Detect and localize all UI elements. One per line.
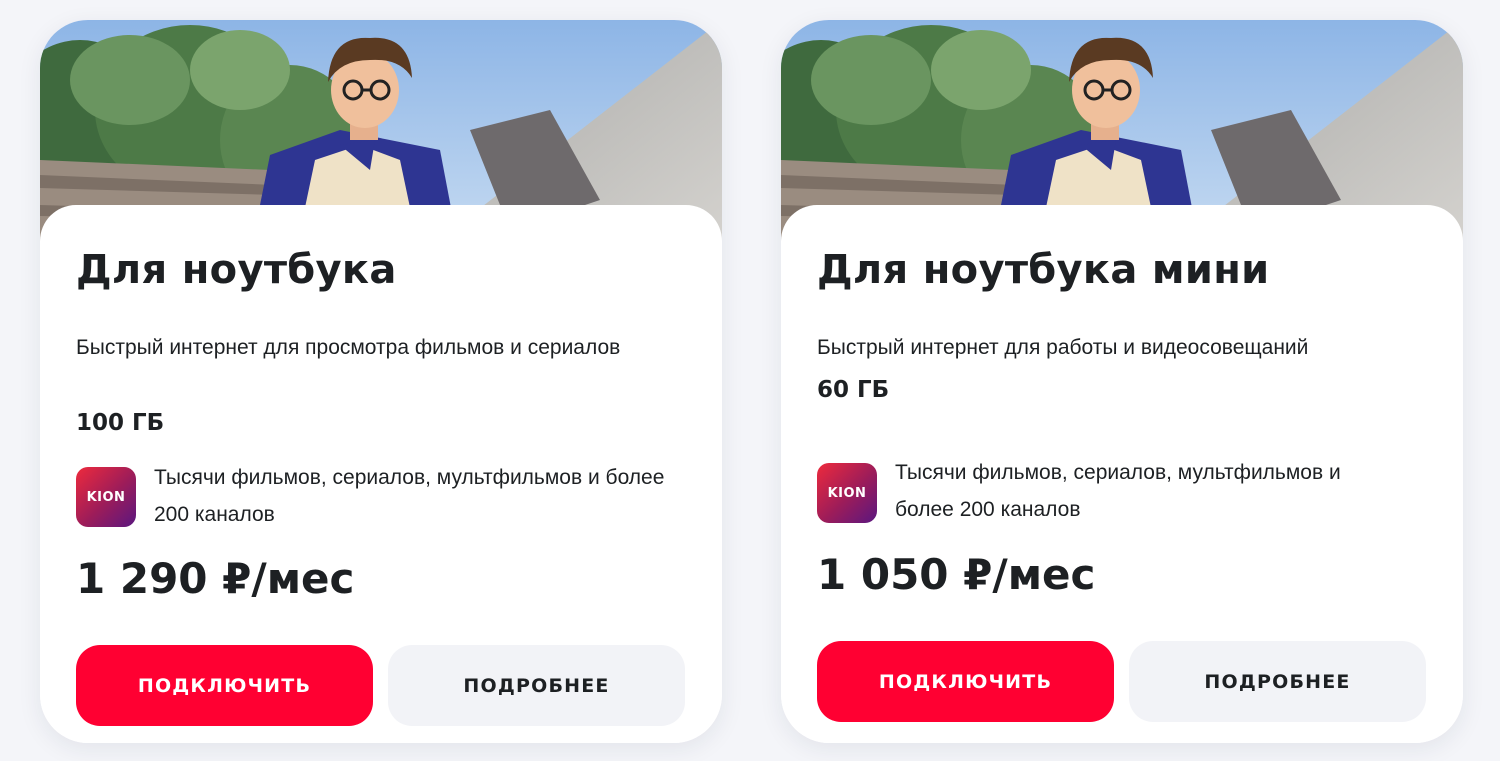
kion-description: Тысячи фильмов, сериалов, мультфильмов и… xyxy=(895,461,1341,521)
kion-logo-text: KION xyxy=(827,485,867,501)
tariff-card-laptop-mini: Для ноутбука мини Быстрый интернет для р… xyxy=(781,20,1463,743)
data-amount: 60 ГБ xyxy=(817,377,890,403)
tariff-title: Для ноутбука xyxy=(76,247,397,293)
tariff-title: Для ноутбука мини xyxy=(817,247,1270,293)
tariff-description: Быстрый интернет для работы и видеосовещ… xyxy=(817,336,1309,359)
tariff-description: Быстрый интернет для просмотра фильмов и… xyxy=(76,336,621,359)
tariff-price: 1 290 ₽/мес xyxy=(76,554,355,603)
details-button[interactable]: ПОДРОБНЕЕ xyxy=(388,645,685,726)
tariff-price: 1 050 ₽/мес xyxy=(817,550,1096,599)
kion-logo-icon: KION xyxy=(76,467,136,527)
details-button[interactable]: ПОДРОБНЕЕ xyxy=(1129,641,1426,722)
data-amount: 100 ГБ xyxy=(76,410,165,436)
kion-logo-text: KION xyxy=(86,489,126,505)
tariff-card-laptop: Для ноутбука Быстрый интернет для просмо… xyxy=(40,20,722,743)
kion-description: Тысячи фильмов, сериалов, мультфильмов и… xyxy=(154,466,665,526)
connect-button[interactable]: ПОДКЛЮЧИТЬ xyxy=(76,645,373,726)
kion-logo-icon: KION xyxy=(817,463,877,523)
tariff-content: Для ноутбука мини Быстрый интернет для р… xyxy=(781,205,1463,743)
tariff-content: Для ноутбука Быстрый интернет для просмо… xyxy=(40,205,722,743)
connect-button[interactable]: ПОДКЛЮЧИТЬ xyxy=(817,641,1114,722)
